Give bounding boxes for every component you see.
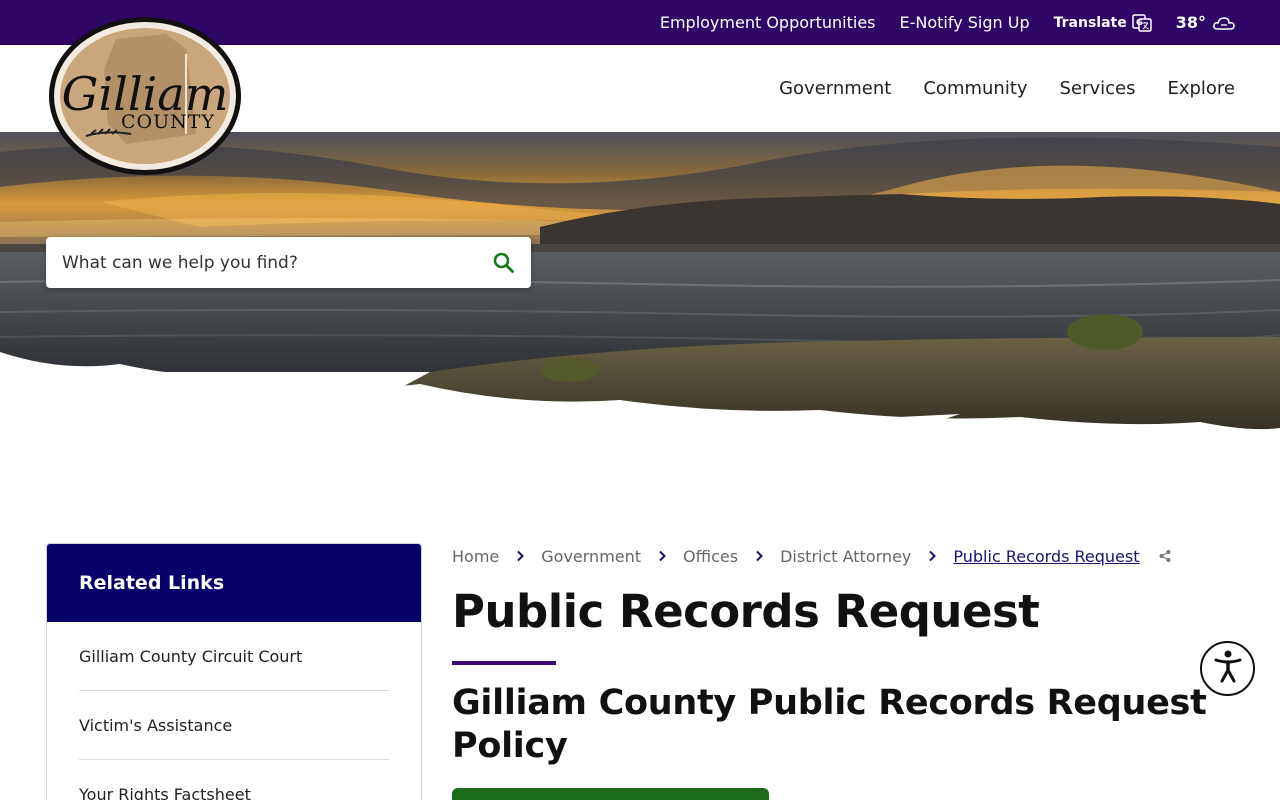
translate-label: Translate bbox=[1053, 14, 1127, 31]
share-icon[interactable] bbox=[1158, 549, 1172, 563]
main-nav: Government Community Services Explore bbox=[747, 45, 1235, 132]
related-links-panel: Related Links Gilliam County Circuit Cou… bbox=[46, 543, 422, 800]
title-underline-divider bbox=[452, 661, 556, 665]
accessibility-person-icon bbox=[1212, 649, 1244, 689]
nav-item-services[interactable]: Services bbox=[1060, 78, 1136, 99]
primary-action-button[interactable] bbox=[452, 788, 769, 800]
e-notify-signup-link[interactable]: E-Notify Sign Up bbox=[900, 13, 1030, 32]
breadcrumb-district-attorney[interactable]: District Attorney bbox=[780, 547, 911, 566]
translate-button[interactable]: Translate G bbox=[1053, 13, 1152, 32]
page-title: Public Records Request bbox=[452, 585, 1040, 638]
weather-temperature: 38° bbox=[1175, 13, 1206, 32]
nav-item-government[interactable]: Government bbox=[779, 78, 891, 99]
breadcrumb-home[interactable]: Home bbox=[452, 547, 499, 566]
chevron-right-icon bbox=[515, 550, 525, 562]
google-translate-icon: G bbox=[1131, 13, 1152, 32]
search-input[interactable] bbox=[46, 237, 476, 288]
breadcrumb-offices[interactable]: Offices bbox=[683, 547, 738, 566]
gilliam-county-logo[interactable]: Gilliam COUNTY bbox=[46, 14, 244, 178]
nav-item-explore[interactable]: Explore bbox=[1167, 78, 1235, 99]
logo-text-county: COUNTY bbox=[121, 111, 215, 133]
utility-links: Employment Opportunities E-Notify Sign U… bbox=[636, 0, 1236, 45]
cloudy-weather-icon bbox=[1212, 15, 1236, 31]
breadcrumb-government[interactable]: Government bbox=[541, 547, 641, 566]
chevron-right-icon bbox=[754, 550, 764, 562]
related-links-title: Related Links bbox=[47, 544, 421, 622]
breadcrumb: Home Government Offices District Attorne… bbox=[452, 545, 1172, 567]
related-link-circuit-court[interactable]: Gilliam County Circuit Court bbox=[79, 622, 389, 691]
chevron-right-icon bbox=[927, 550, 937, 562]
breadcrumb-current[interactable]: Public Records Request bbox=[953, 547, 1139, 566]
chevron-right-icon bbox=[657, 550, 667, 562]
nav-item-community[interactable]: Community bbox=[923, 78, 1027, 99]
employment-opportunities-link[interactable]: Employment Opportunities bbox=[660, 13, 876, 32]
accessibility-button[interactable] bbox=[1200, 641, 1255, 696]
svg-text:G: G bbox=[1136, 18, 1143, 27]
search-icon[interactable] bbox=[491, 250, 517, 276]
related-link-rights-factsheet[interactable]: Your Rights Factsheet bbox=[79, 760, 389, 800]
related-links-list: Gilliam County Circuit Court Victim's As… bbox=[47, 622, 421, 800]
related-link-victims-assistance[interactable]: Victim's Assistance bbox=[79, 691, 389, 760]
search-box bbox=[46, 237, 531, 288]
page-subtitle: Gilliam County Public Records Request Po… bbox=[452, 683, 1207, 766]
weather-widget[interactable]: 38° bbox=[1176, 13, 1236, 32]
